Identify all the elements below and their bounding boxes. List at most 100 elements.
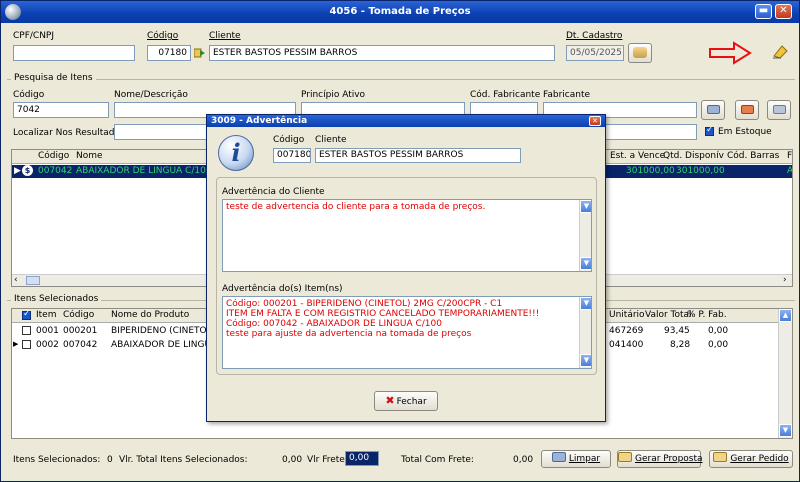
clear-search-button[interactable]	[735, 100, 759, 120]
scroll-down-icon[interactable]: ▼	[580, 354, 591, 367]
fabricante-label: Fabricante	[543, 90, 591, 100]
nome-label: Nome/Descrição	[114, 90, 188, 100]
dialog-cliente-input[interactable]: ESTER BASTOS PESSIM BARROS	[315, 148, 521, 163]
col-nome[interactable]: Nome	[76, 151, 103, 161]
col-f[interactable]: F	[787, 151, 792, 161]
limpar-button[interactable]: Limpar	[541, 450, 611, 468]
close-button[interactable]: ✕	[775, 4, 792, 19]
cell-unitario: 467269	[609, 326, 644, 336]
principio-label: Princípio Ativo	[301, 90, 366, 100]
dt-cadastro-input[interactable]: 05/05/2025	[566, 45, 624, 61]
scroll-up-icon[interactable]: ▼	[580, 297, 591, 310]
client-code-input[interactable]: 07180	[147, 45, 191, 61]
client-name-input[interactable]: ESTER BASTOS PESSIM BARROS	[209, 45, 555, 61]
row-checkbox[interactable]	[22, 326, 31, 335]
client-info-button[interactable]	[628, 43, 652, 63]
selected-vscroll[interactable]: ▲ ▼	[778, 309, 792, 438]
scroll-down-icon[interactable]: ▼	[779, 424, 792, 437]
scroll-up-icon[interactable]: ▲	[779, 309, 792, 322]
pesq-codigo-label: Código	[13, 90, 45, 100]
scroll-up-icon[interactable]: ▼	[580, 200, 591, 213]
window-title: 4056 - Tomada de Preços	[329, 6, 471, 17]
title-bar: 4056 - Tomada de Preços ▬ ✕	[1, 1, 799, 23]
cliente-label: Cliente	[209, 31, 241, 41]
cpf-input[interactable]	[13, 45, 135, 61]
adv-itens-vscroll[interactable]: ▼ ▼	[579, 297, 591, 368]
lookup-arrow-icon[interactable]	[194, 47, 206, 59]
cell-nome: ABAIXADOR DE LINGUA C/100	[76, 166, 212, 176]
pesquisa-group: Pesquisa de Itens	[7, 73, 795, 83]
cell-codigo: 007042	[63, 340, 98, 350]
gerar-pedido-button[interactable]: Gerar Pedido	[709, 450, 793, 468]
pesq-codigo-input[interactable]: 7042	[13, 102, 109, 118]
cell-codigo: 000201	[63, 326, 98, 336]
scroll-down-icon[interactable]: ▼	[580, 257, 591, 270]
scroll-thumb[interactable]	[26, 276, 40, 285]
cell-est-vence: 301000,00	[626, 166, 675, 176]
adv-itens-line: teste para ajuste da advertencia na toma…	[226, 329, 472, 339]
col-est-vence[interactable]: Est. a Vence	[610, 151, 665, 161]
pedido-icon	[713, 452, 728, 462]
client-card-icon	[633, 47, 647, 58]
search-icon	[706, 105, 720, 114]
dialog-cliente-label: Cliente	[315, 135, 347, 145]
adv-cliente-vscroll[interactable]: ▼ ▼	[579, 200, 591, 271]
cpf-label: CPF/CNPJ	[13, 31, 55, 41]
col-sel-codigo[interactable]: Código	[63, 310, 94, 320]
em-estoque-checkbox[interactable]	[705, 125, 714, 136]
vlr-frete-input[interactable]: 0,00	[345, 451, 379, 466]
gerar-proposta-button[interactable]: Gerar Proposta	[617, 450, 703, 468]
selected-group-label: Itens Selecionados	[11, 294, 102, 304]
search-button[interactable]	[701, 100, 725, 120]
eraser-icon[interactable]	[771, 43, 789, 61]
vlr-total-label: Vlr. Total Itens Selecionados:	[119, 455, 248, 465]
main-window: 4056 - Tomada de Preços ▬ ✕ CPF/CNPJ Cód…	[0, 0, 800, 482]
cell-valor-total: 8,28	[670, 340, 691, 350]
select-all-checkbox[interactable]	[22, 309, 31, 320]
proposta-icon	[618, 452, 632, 462]
limpar-icon	[551, 452, 566, 462]
codigo-label: Código	[147, 31, 179, 41]
col-codigo[interactable]: Código	[38, 151, 69, 161]
gerar-proposta-label: Gerar Proposta	[635, 454, 703, 464]
pesquisa-group-label: Pesquisa de Itens	[11, 73, 96, 83]
itens-sel-value: 0	[107, 455, 113, 465]
col-nome-produto[interactable]: Nome do Produto	[111, 310, 189, 320]
adv-cliente-memo[interactable]: teste de advertencia do cliente para a t…	[222, 199, 592, 272]
adv-itens-label: Advertência do(s) Item(ns)	[222, 284, 343, 294]
cell-p-fab: 0,00	[708, 326, 729, 336]
cell-nome-produto: BIPERIDENO (CINETO	[111, 326, 207, 336]
clear-icon	[740, 105, 754, 114]
dialog-close-button[interactable]: ✕	[589, 116, 601, 126]
em-estoque-label: Em Estoque	[718, 127, 772, 137]
col-p-fab[interactable]: % P. Fab.	[687, 310, 727, 320]
adv-itens-memo[interactable]: Código: 000201 - BIPERIDENO (CINETOL) 2M…	[222, 296, 592, 369]
scroll-right-icon[interactable]: ›	[783, 275, 787, 285]
col-unitario[interactable]: Unitário	[609, 310, 645, 320]
fechar-x-icon: ✖	[385, 394, 395, 407]
dialog-codigo-input[interactable]: 007180	[273, 148, 311, 163]
red-arrow-icon	[708, 41, 752, 65]
col-qtd-disp[interactable]: Qtd. Disponív	[663, 151, 724, 161]
vlr-total-value: 0,00	[282, 455, 303, 465]
advanced-search-button[interactable]	[767, 100, 791, 120]
dialog-title: 3009 - Advertência	[207, 115, 605, 127]
col-item[interactable]: Item	[36, 310, 57, 320]
cell-qtd-disp: 301000,00	[676, 166, 725, 176]
row-pointer-icon: ▶	[13, 340, 19, 348]
col-valor-total[interactable]: Valor Total	[645, 310, 692, 320]
adv-cliente-label: Advertência do Cliente	[222, 187, 325, 197]
cell-item: 0001	[36, 326, 59, 336]
adv-itens-line: Código: 000201 - BIPERIDENO (CINETOL) 2M…	[226, 299, 503, 309]
advanced-search-icon	[772, 105, 786, 114]
scroll-left-icon[interactable]: ‹	[14, 275, 18, 285]
row-pointer-icon: ▶	[14, 166, 21, 176]
fechar-button[interactable]: ✖ Fechar	[374, 391, 438, 411]
col-cod-barras[interactable]: Cód. Barras	[727, 151, 779, 161]
cell-nome-produto: ABAIXADOR DE LINGU	[111, 340, 212, 350]
row-checkbox[interactable]	[22, 340, 31, 349]
adv-itens-line: Código: 007042 - ABAIXADOR DE LINGUA C/1…	[226, 319, 442, 329]
minimize-button[interactable]: ▬	[755, 4, 772, 19]
itens-sel-label: Itens Selecionados:	[13, 455, 101, 465]
localizar-label: Localizar Nos Resultados	[13, 128, 125, 138]
